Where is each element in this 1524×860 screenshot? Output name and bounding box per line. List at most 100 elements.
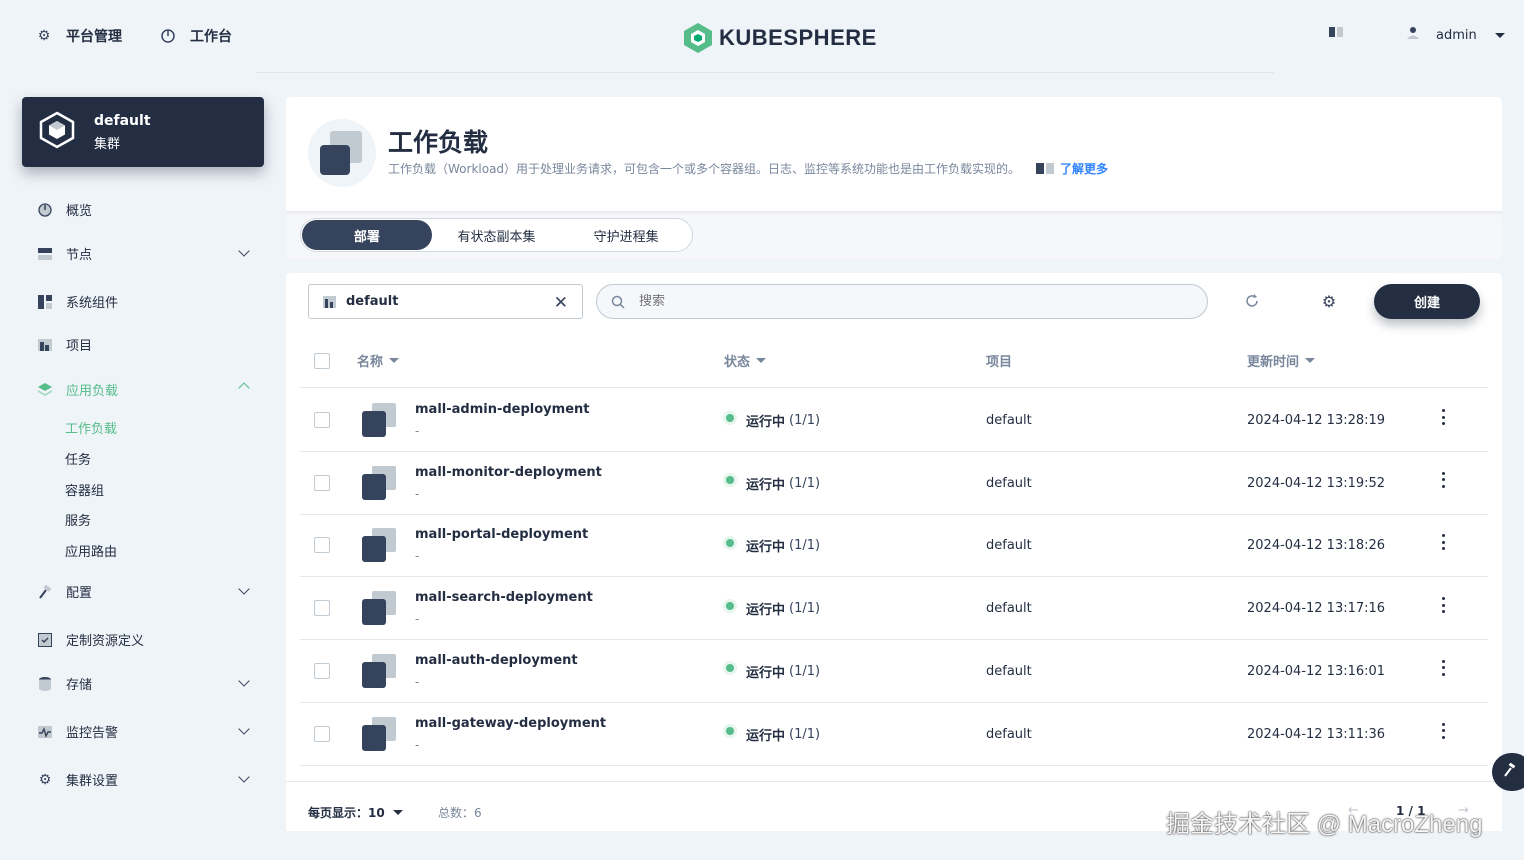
workload-name[interactable]: mall-auth-deployment xyxy=(415,653,578,668)
status-badge: 运行中 (1/1) xyxy=(726,599,820,618)
total-count: 总数：6 xyxy=(438,806,482,820)
more-actions-icon[interactable] xyxy=(1440,409,1446,425)
sidebar-item-components[interactable]: 系统组件 xyxy=(38,292,252,311)
sidebar-item-label: 系统组件 xyxy=(66,296,119,311)
create-button[interactable]: 创建 xyxy=(1374,284,1480,319)
status-badge: 运行中 (1/1) xyxy=(726,725,820,744)
status-text: 运行中 xyxy=(746,728,786,744)
table-row[interactable]: mall-auth-deployment - 运行中 (1/1) default… xyxy=(300,640,1488,703)
cluster-name: default xyxy=(94,112,151,129)
row-checkbox[interactable] xyxy=(314,600,330,617)
status-text: 运行中 xyxy=(746,415,786,430)
more-actions-icon[interactable] xyxy=(1440,659,1446,676)
sidebar-item-label: 节点 xyxy=(66,248,93,263)
table-row[interactable]: mall-portal-deployment - 运行中 (1/1) defau… xyxy=(300,514,1488,578)
sidebar-item-label: 项目 xyxy=(66,339,93,354)
deployment-icon xyxy=(362,465,398,502)
status-badge: 运行中 (1/1) xyxy=(726,474,820,493)
page-size-selector[interactable]: 每页显示： 10 xyxy=(308,804,403,821)
replica-count: (1/1) xyxy=(789,601,821,617)
more-actions-icon[interactable] xyxy=(1440,597,1446,614)
project-name: default xyxy=(986,413,1032,428)
updated-time: 2024-04-12 13:11:36 xyxy=(1247,726,1386,742)
project-name: default xyxy=(986,475,1032,491)
row-checkbox[interactable] xyxy=(314,537,330,554)
search-input[interactable] xyxy=(639,294,1139,309)
row-checkbox[interactable] xyxy=(314,474,330,491)
sidebar-subitem-ingresses[interactable]: 应用路由 xyxy=(65,541,117,560)
platform-menu[interactable]: ⚙ 平台管理 xyxy=(36,26,122,46)
table-row[interactable]: mall-gateway-deployment - 运行中 (1/1) defa… xyxy=(300,703,1488,766)
learn-more-link[interactable]: 了解更多 xyxy=(1060,160,1108,177)
select-all-checkbox[interactable] xyxy=(314,352,330,369)
docs-button[interactable] xyxy=(1328,26,1344,42)
row-checkbox[interactable] xyxy=(314,662,330,679)
updated-time: 2024-04-12 13:16:01 xyxy=(1247,663,1386,679)
sidebar-subitem-workloads[interactable]: 工作负载 xyxy=(65,418,117,437)
tab-deployments[interactable]: 部署 xyxy=(302,220,432,250)
search-box[interactable] xyxy=(596,284,1208,319)
refresh-icon xyxy=(1246,294,1258,307)
updated-time: 2024-04-12 13:17:16 xyxy=(1247,601,1386,617)
more-actions-icon[interactable] xyxy=(1440,534,1446,551)
close-icon[interactable]: ✕ xyxy=(554,293,568,313)
chevron-down-icon xyxy=(238,583,250,595)
workload-name[interactable]: mall-portal-deployment xyxy=(415,527,588,542)
kubesphere-logo[interactable]: KUBESPHERE xyxy=(683,22,877,54)
table-row[interactable]: mall-search-deployment - 运行中 (1/1) defau… xyxy=(300,577,1488,641)
sidebar-subitem-jobs[interactable]: 任务 xyxy=(65,449,91,468)
workload-icon xyxy=(308,119,376,187)
sidebar-subitem-pods[interactable]: 容器组 xyxy=(65,480,104,499)
chevron-down-icon xyxy=(238,771,250,783)
sidebar-item-monitoring[interactable]: 监控告警 xyxy=(38,722,252,741)
table-row[interactable]: mall-monitor-deployment - 运行中 (1/1) defa… xyxy=(300,452,1488,515)
chevron-down-icon xyxy=(238,675,250,687)
more-actions-icon[interactable] xyxy=(1440,471,1446,488)
sidebar-item-projects[interactable]: 项目 xyxy=(38,335,252,354)
monitor-icon xyxy=(38,725,52,739)
sidebar-item-crd[interactable]: 定制资源定义 xyxy=(38,630,252,649)
tab-statefulsets[interactable]: 有状态副本集 xyxy=(432,220,562,250)
page-title: 工作负载 xyxy=(388,128,489,157)
workload-name[interactable]: mall-monitor-deployment xyxy=(415,465,602,480)
sidebar-item-config[interactable]: 配置 xyxy=(38,582,252,601)
workload-name[interactable]: mall-search-deployment xyxy=(415,590,593,605)
workload-name[interactable]: mall-admin-deployment xyxy=(415,402,589,417)
tabs-strip: 部署 有状态副本集 守护进程集 xyxy=(286,211,1502,259)
column-status[interactable]: 状态 xyxy=(724,351,767,370)
tab-daemonsets[interactable]: 守护进程集 xyxy=(561,220,691,250)
workload-description: - xyxy=(415,737,420,752)
settings-button[interactable]: ⚙ xyxy=(1318,290,1340,312)
replica-count: (1/1) xyxy=(789,726,821,742)
table-row[interactable]: mall-admin-deployment - 运行中 (1/1) defaul… xyxy=(300,389,1488,452)
sidebar-item-overview[interactable]: 概览 xyxy=(38,200,252,219)
workload-table-card: default ✕ ⚙ 创建 名称 状态 项目 更新时间 mall-admin-… xyxy=(286,273,1502,831)
workload-name[interactable]: mall-gateway-deployment xyxy=(415,716,606,731)
user-menu[interactable]: admin xyxy=(1406,26,1505,44)
column-updated[interactable]: 更新时间 xyxy=(1247,351,1316,370)
workbench-link[interactable]: 工作台 xyxy=(160,26,232,46)
more-actions-icon[interactable] xyxy=(1440,722,1446,739)
page-header: 工作负载 工作负载（Workload）用于处理业务请求，可包含一个或多个容器组。… xyxy=(286,97,1502,211)
sidebar-item-cluster-settings[interactable]: ⚙ 集群设置 xyxy=(38,770,252,789)
column-name[interactable]: 名称 xyxy=(357,351,400,370)
replica-count: (1/1) xyxy=(789,475,821,491)
row-checkbox[interactable] xyxy=(314,412,330,428)
cluster-card[interactable]: default 集群 xyxy=(22,97,264,167)
hammer-icon xyxy=(1502,762,1516,781)
sidebar-item-app-workloads[interactable]: 应用负载 xyxy=(38,380,252,399)
namespace-selector[interactable]: default ✕ xyxy=(308,284,583,319)
sidebar-item-nodes[interactable]: 节点 xyxy=(38,244,252,263)
dashboard-icon xyxy=(160,28,176,44)
namespace-value: default xyxy=(346,294,399,309)
components-icon xyxy=(38,294,52,309)
replica-count: (1/1) xyxy=(789,538,821,554)
row-checkbox[interactable] xyxy=(314,725,330,742)
username: admin xyxy=(1436,27,1477,43)
replica-count: (1/1) xyxy=(789,413,821,428)
toolbox-button[interactable] xyxy=(1492,753,1524,791)
sidebar-item-label: 集群设置 xyxy=(66,774,119,789)
sidebar-subitem-services[interactable]: 服务 xyxy=(65,510,91,529)
refresh-button[interactable] xyxy=(1241,290,1263,312)
sidebar-item-storage[interactable]: 存储 xyxy=(38,674,252,693)
